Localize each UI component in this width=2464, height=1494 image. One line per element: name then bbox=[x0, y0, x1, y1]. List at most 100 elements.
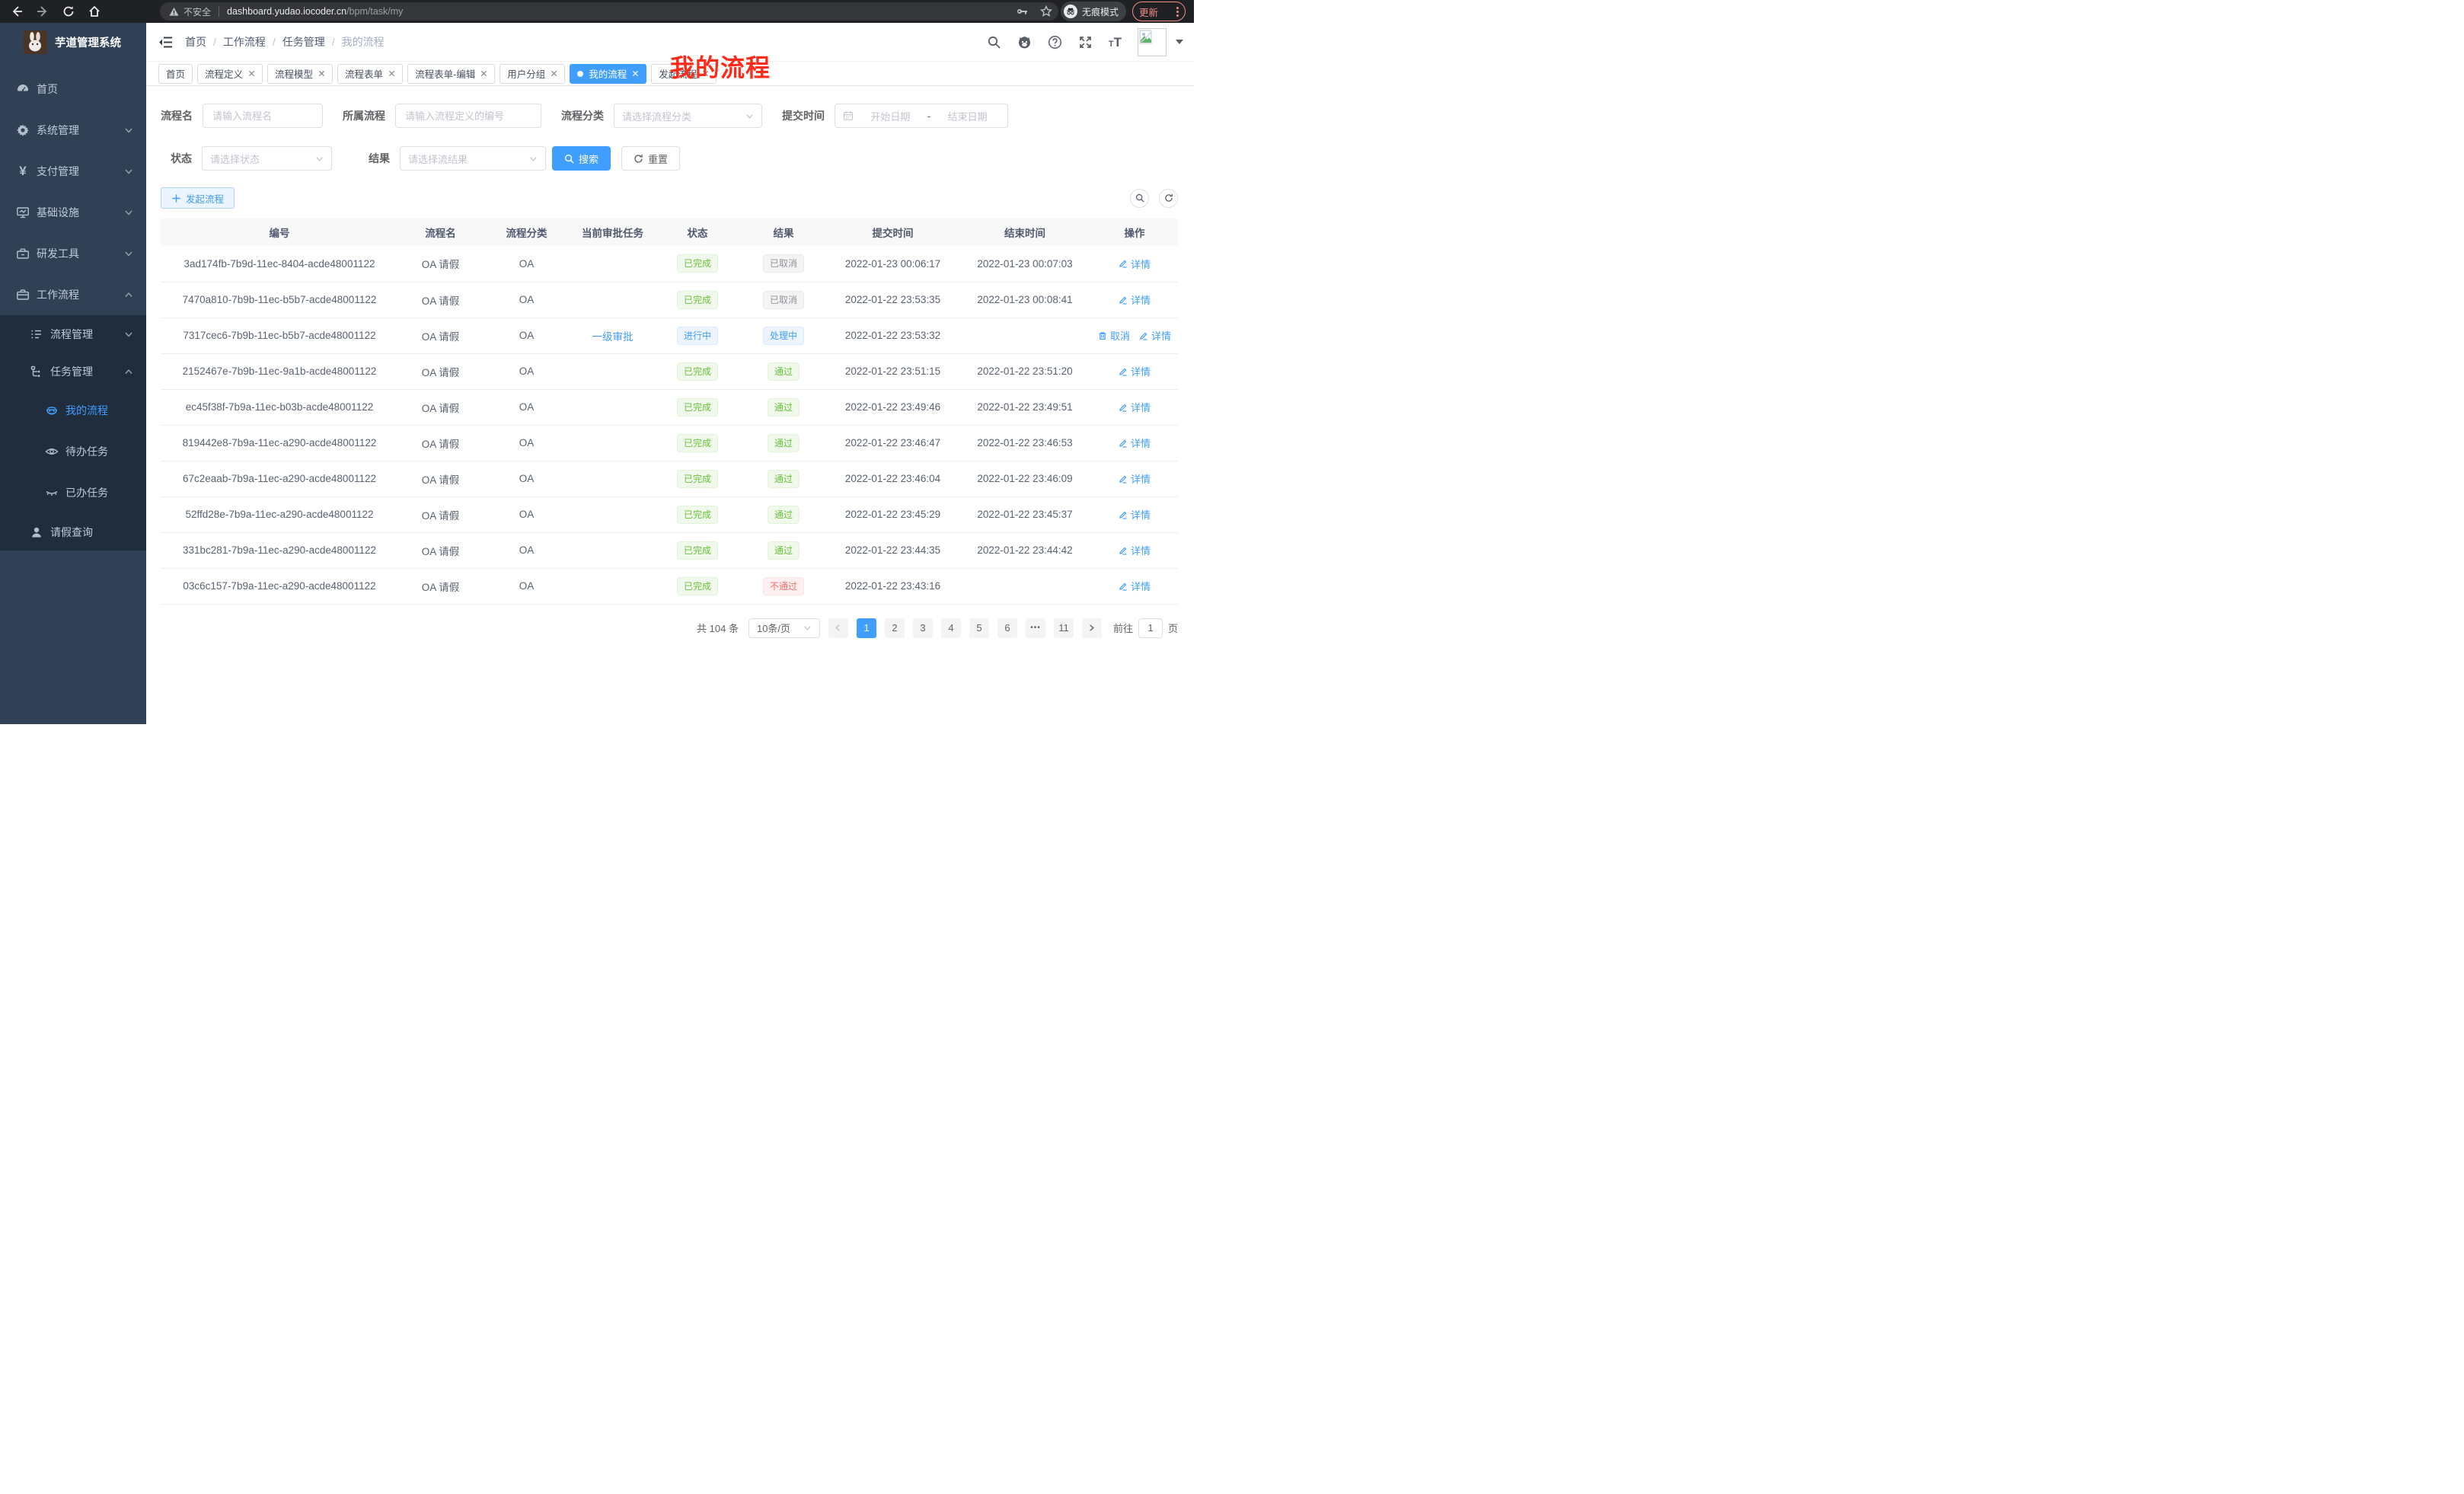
sidebar-item-devtools[interactable]: 研发工具 bbox=[0, 233, 146, 274]
sidebar-item-done-tasks[interactable]: 已办任务 bbox=[0, 472, 146, 513]
chevron-down-icon bbox=[124, 208, 133, 217]
sidebar-item-task-management[interactable]: 任务管理 bbox=[0, 353, 146, 390]
plus-icon bbox=[171, 193, 181, 203]
pen-icon bbox=[1119, 439, 1128, 448]
detail-link[interactable]: 详情 bbox=[1119, 579, 1151, 593]
robot-face-icon bbox=[45, 404, 59, 417]
url-path: /bpm/task/my bbox=[346, 6, 403, 17]
page-button-3[interactable]: 3 bbox=[913, 618, 933, 638]
breadcrumb-home[interactable]: 首页 bbox=[185, 34, 206, 49]
sidebar-item-my-process[interactable]: 我的流程 bbox=[0, 390, 146, 431]
page-button-4[interactable]: 4 bbox=[941, 618, 961, 638]
github-icon[interactable] bbox=[1017, 35, 1032, 49]
bookmark-star-icon[interactable] bbox=[1040, 5, 1052, 18]
end-date-placeholder[interactable]: 结束日期 bbox=[935, 109, 1000, 123]
process-table: 编号 流程名 流程分类 当前审批任务 状态 结果 提交时间 结束时间 操作 3a… bbox=[161, 219, 1178, 605]
status-badge: 已完成 bbox=[677, 470, 718, 488]
tab-my-process[interactable]: 我的流程 bbox=[570, 64, 646, 84]
sidebar-item-leave-query[interactable]: 请假查询 bbox=[0, 513, 146, 551]
process-name-input[interactable] bbox=[203, 104, 323, 128]
page-size-select[interactable]: 10条/页 bbox=[748, 618, 820, 638]
prev-page-button[interactable] bbox=[828, 618, 848, 638]
detail-link[interactable]: 详情 bbox=[1119, 507, 1151, 522]
close-icon[interactable] bbox=[388, 70, 395, 77]
result-badge: 已取消 bbox=[763, 291, 804, 309]
close-icon[interactable] bbox=[248, 70, 255, 77]
browser-home-icon[interactable] bbox=[88, 5, 101, 18]
help-icon[interactable] bbox=[1048, 35, 1062, 49]
detail-link[interactable]: 详情 bbox=[1119, 292, 1151, 307]
chevron-down-icon bbox=[529, 155, 538, 163]
table-row: 52ffd28e-7b9a-11ec-a290-acde48001122OA 请… bbox=[161, 496, 1178, 532]
sidebar-item-home[interactable]: 首页 bbox=[0, 69, 146, 110]
sidebar-item-system[interactable]: 系统管理 bbox=[0, 110, 146, 151]
category-select[interactable]: 请选择流程分类 bbox=[614, 104, 762, 128]
browser-forward-icon[interactable] bbox=[37, 5, 49, 18]
detail-link[interactable]: 详情 bbox=[1119, 257, 1151, 271]
status-badge: 已完成 bbox=[677, 398, 718, 417]
col-id: 编号 bbox=[161, 219, 398, 246]
status-badge: 已完成 bbox=[677, 541, 718, 560]
font-size-icon[interactable]: TT bbox=[1109, 36, 1122, 49]
detail-link[interactable]: 详情 bbox=[1119, 364, 1151, 378]
browser-menu-icon[interactable] bbox=[1176, 7, 1179, 17]
sidebar-item-todo-tasks[interactable]: 待办任务 bbox=[0, 431, 146, 472]
breadcrumb-workflow[interactable]: 工作流程 bbox=[223, 34, 266, 49]
show-search-toggle-button[interactable] bbox=[1130, 189, 1149, 208]
page-button-6[interactable]: 6 bbox=[997, 618, 1017, 638]
address-bar[interactable]: 不安全 dashboard.yudao.iocoder.cn/bpm/task/… bbox=[160, 2, 1058, 21]
cancel-link[interactable]: 取消 bbox=[1098, 328, 1130, 343]
search-icon[interactable] bbox=[987, 35, 1001, 49]
sidebar-item-workflow[interactable]: 工作流程 bbox=[0, 274, 146, 315]
browser-back-icon[interactable] bbox=[11, 5, 23, 18]
submit-time-range-picker[interactable]: 开始日期 - 结束日期 bbox=[835, 104, 1008, 128]
result-badge: 通过 bbox=[768, 470, 800, 488]
close-icon[interactable] bbox=[551, 70, 557, 77]
sidebar-item-payment[interactable]: ¥ 支付管理 bbox=[0, 151, 146, 192]
tab-process-form-edit[interactable]: 流程表单-编辑 bbox=[407, 64, 495, 84]
refresh-table-button[interactable] bbox=[1159, 189, 1178, 208]
process-def-input[interactable] bbox=[395, 104, 541, 128]
tab-process-form[interactable]: 流程表单 bbox=[337, 64, 403, 84]
status-select[interactable]: 请选择状态 bbox=[202, 146, 332, 171]
detail-link[interactable]: 详情 bbox=[1119, 543, 1151, 557]
result-select[interactable]: 请选择流结果 bbox=[400, 146, 546, 171]
sidebar-item-infrastructure[interactable]: 基础设施 bbox=[0, 192, 146, 233]
tab-process-definition[interactable]: 流程定义 bbox=[197, 64, 263, 84]
fullscreen-icon[interactable] bbox=[1078, 35, 1093, 49]
breadcrumb-task-mgmt[interactable]: 任务管理 bbox=[282, 34, 325, 49]
browser-chrome: 不安全 dashboard.yudao.iocoder.cn/bpm/task/… bbox=[0, 0, 1194, 23]
tab-home[interactable]: 首页 bbox=[158, 64, 193, 84]
app-logo-row[interactable]: 芋道管理系统 bbox=[0, 23, 146, 61]
more-pages-button[interactable]: ••• bbox=[1026, 618, 1045, 638]
page-button-2[interactable]: 2 bbox=[885, 618, 905, 638]
detail-link[interactable]: 详情 bbox=[1119, 436, 1151, 450]
detail-link[interactable]: 详情 bbox=[1119, 471, 1151, 486]
start-process-button[interactable]: 发起流程 bbox=[161, 187, 235, 209]
update-label[interactable]: 更新 bbox=[1139, 5, 1158, 19]
close-icon[interactable] bbox=[480, 70, 487, 77]
passwords-key-icon[interactable] bbox=[1016, 5, 1028, 18]
page-button-11[interactable]: 11 bbox=[1054, 618, 1074, 638]
page-button-5[interactable]: 5 bbox=[969, 618, 989, 638]
close-icon[interactable] bbox=[318, 70, 325, 77]
start-date-placeholder[interactable]: 开始日期 bbox=[858, 109, 923, 123]
search-button[interactable]: 搜索 bbox=[552, 146, 611, 171]
tab-process-model[interactable]: 流程模型 bbox=[267, 64, 333, 84]
chevron-down-icon bbox=[124, 330, 133, 339]
collapse-sidebar-icon[interactable] bbox=[158, 35, 173, 49]
user-avatar-menu[interactable] bbox=[1138, 28, 1183, 56]
current-task-link[interactable]: 一级审批 bbox=[592, 328, 634, 343]
security-label[interactable]: 不安全 bbox=[184, 5, 211, 18]
tab-user-group[interactable]: 用户分组 bbox=[500, 64, 565, 84]
reset-button[interactable]: 重置 bbox=[621, 146, 680, 171]
detail-link[interactable]: 详情 bbox=[1139, 328, 1171, 343]
browser-update-button[interactable]: 更新 bbox=[1132, 2, 1186, 21]
close-icon[interactable] bbox=[632, 70, 639, 77]
sidebar-item-process-management[interactable]: 流程管理 bbox=[0, 315, 146, 353]
next-page-button[interactable] bbox=[1082, 618, 1102, 638]
detail-link[interactable]: 详情 bbox=[1119, 400, 1151, 414]
browser-reload-icon[interactable] bbox=[62, 5, 75, 18]
goto-page-input[interactable] bbox=[1138, 618, 1163, 638]
page-button-1[interactable]: 1 bbox=[857, 618, 876, 638]
